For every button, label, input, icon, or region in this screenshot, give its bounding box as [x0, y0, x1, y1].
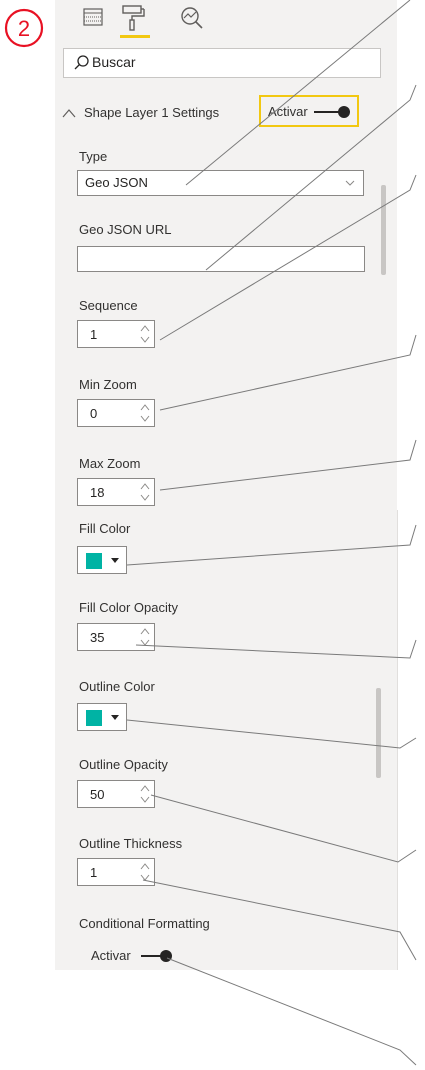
callout-line-fill-opacity	[135, 639, 417, 659]
callout-line-min-zoom	[159, 334, 417, 411]
callout-line-outline-color	[126, 719, 417, 749]
callout-line-fill-color	[126, 524, 417, 566]
annotation-callout-lines	[126, 0, 417, 1066]
callout-line-outline-opacity	[150, 794, 417, 863]
callout-line-max-zoom	[159, 439, 417, 491]
callout-line-conditional	[166, 957, 417, 1066]
callout-line-sequence	[159, 174, 417, 341]
callout-line-geojson-url	[205, 84, 417, 271]
callout-line-type	[185, 0, 411, 186]
callout-line-outline-thickness	[142, 879, 417, 961]
